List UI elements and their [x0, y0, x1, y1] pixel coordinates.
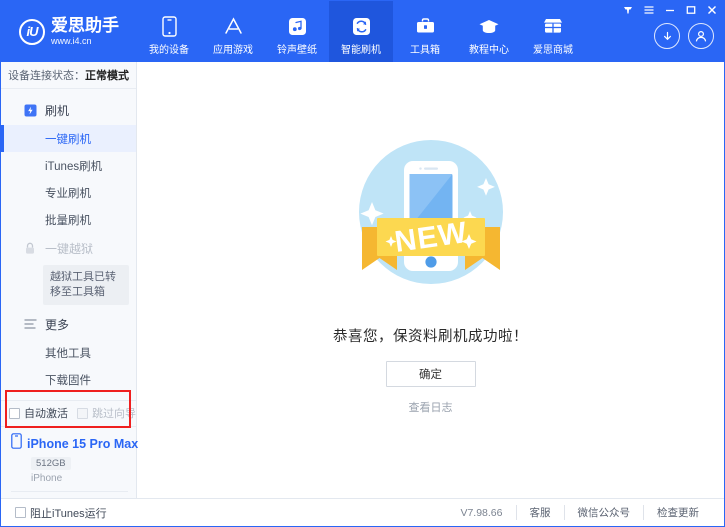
checkbox-label: 跳过向导 — [92, 408, 136, 421]
device-name: iPhone 15 Pro Max — [27, 436, 139, 451]
sidebar-group-label: 一键越狱 — [45, 241, 94, 256]
maximize-icon[interactable] — [685, 4, 697, 16]
flash-icon — [23, 103, 37, 117]
phone-icon — [11, 433, 22, 454]
lock-icon — [23, 241, 37, 255]
logo-text: 爱思助手 www.i4.cn — [51, 17, 119, 46]
new-phone-badge-illustration: NEW — [336, 124, 526, 309]
skip-wizard-checkbox[interactable]: 跳过向导 — [77, 405, 136, 421]
nav-item-my-device[interactable]: 我的设备 — [137, 1, 201, 62]
device-status-value: 正常模式 — [85, 70, 129, 82]
status-bar-right: V7.98.66 客服 微信公众号 检查更新 — [460, 505, 712, 520]
sidebar-options: 自动激活 跳过向导 — [1, 389, 136, 428]
device-capacity-badge: 512GB — [31, 457, 71, 470]
sidebar-item-download-firmware[interactable]: 下载固件 — [1, 366, 136, 393]
sidebar-item-itunes-flash[interactable]: iTunes刷机 — [1, 152, 136, 179]
sidebar-group-label: 更多 — [45, 317, 70, 332]
body-region: 设备连接状态： 正常模式 刷机 一键刷机 iTunes刷机 专业刷机 批量刷机 … — [1, 62, 724, 498]
sidebar-item-label: 专业刷机 — [45, 187, 91, 200]
device-status-label: 设备连接状态： — [8, 70, 85, 82]
checkbox-label: 阻止iTunes运行 — [30, 507, 107, 520]
connected-device-card[interactable]: iPhone 15 Pro Max 512GB iPhone — [1, 426, 138, 498]
phone-icon — [158, 15, 180, 37]
user-account-icon[interactable] — [688, 23, 714, 49]
device-connection-status: 设备连接状态： 正常模式 — [1, 62, 136, 89]
nav-label: 教程中心 — [469, 45, 509, 56]
check-update-link[interactable]: 检查更新 — [643, 505, 712, 520]
success-message: 恭喜您，保资料刷机成功啦！ — [333, 329, 528, 345]
checkbox-box — [77, 407, 88, 419]
menu-icon[interactable] — [643, 4, 655, 16]
nav-item-ringtone-wallpaper[interactable]: 铃声壁纸 — [265, 1, 329, 62]
sidebar-group-flash: 刷机 — [1, 95, 136, 125]
logo-name: 爱思助手 — [51, 16, 119, 35]
logo-url: www.i4.cn — [51, 36, 92, 46]
refresh-icon — [350, 15, 372, 37]
sidebar-item-one-click-flash[interactable]: 一键刷机 — [1, 125, 136, 152]
nav-item-toolbox[interactable]: 工具箱 — [393, 1, 457, 62]
sidebar: 设备连接状态： 正常模式 刷机 一键刷机 iTunes刷机 专业刷机 批量刷机 … — [1, 62, 138, 498]
app-logo: iU 爱思助手 www.i4.cn — [1, 1, 137, 62]
view-log-link[interactable]: 查看日志 — [409, 399, 453, 415]
music-icon — [286, 15, 308, 37]
divider — [11, 491, 128, 492]
toolbox-icon — [414, 15, 436, 37]
sidebar-item-pro-flash[interactable]: 专业刷机 — [1, 179, 136, 206]
nav-item-store[interactable]: 爱思商城 — [521, 1, 585, 62]
list-icon — [23, 317, 37, 331]
appstore-icon — [222, 15, 244, 37]
jailbreak-tooltip: 越狱工具已转移至工具箱 — [43, 265, 129, 305]
status-bar: 阻止iTunes运行 V7.98.66 客服 微信公众号 检查更新 — [1, 498, 724, 526]
nav-label: 我的设备 — [149, 45, 189, 56]
window-controls — [622, 4, 718, 16]
sidebar-item-label: 一键刷机 — [45, 133, 91, 146]
sidebar-item-batch-flash[interactable]: 批量刷机 — [1, 206, 136, 233]
auto-activate-checkbox[interactable]: 自动激活 — [9, 405, 68, 421]
confirm-button[interactable]: 确定 — [385, 361, 476, 387]
nav-label: 智能刷机 — [341, 45, 381, 56]
sidebar-item-label: 其他工具 — [45, 347, 91, 360]
sidebar-group-label: 刷机 — [45, 103, 70, 118]
minimize-icon[interactable] — [664, 4, 676, 16]
nav-label: 铃声壁纸 — [277, 45, 317, 56]
nav-label: 爱思商城 — [533, 45, 573, 56]
download-icon[interactable] — [654, 23, 680, 49]
nav-item-smart-flash[interactable]: 智能刷机 — [329, 1, 393, 62]
header-actions — [654, 23, 714, 49]
sidebar-item-advanced-features[interactable]: 高级功能 — [1, 393, 136, 400]
graduation-cap-icon — [478, 15, 500, 37]
customer-service-link[interactable]: 客服 — [515, 505, 564, 520]
device-type: iPhone — [31, 473, 63, 484]
logo-mark-icon: iU — [19, 18, 45, 45]
nav-item-apps-games[interactable]: 应用游戏 — [201, 1, 265, 62]
sidebar-item-label: 下载固件 — [45, 374, 91, 387]
main-content: NEW 恭喜您，保资料刷机成功啦！ 确定 查看日志 — [137, 62, 724, 498]
device-name-row: iPhone 15 Pro Max — [11, 433, 138, 454]
checkbox-label: 自动激活 — [24, 408, 68, 421]
skin-icon[interactable] — [622, 4, 634, 16]
main-nav: 我的设备 应用游戏 铃声壁纸 智能刷机 工具箱 教程中心 爱思商城 — [137, 1, 585, 62]
checkbox-box — [15, 507, 26, 518]
app-window: iU 爱思助手 www.i4.cn 我的设备 应用游戏 铃声壁纸 智能刷机 工具… — [0, 0, 725, 527]
nav-label: 工具箱 — [410, 45, 440, 56]
nav-item-tutorial-center[interactable]: 教程中心 — [457, 1, 521, 62]
sidebar-nav: 刷机 一键刷机 iTunes刷机 专业刷机 批量刷机 一键越狱 越狱工具已转移至… — [1, 89, 136, 400]
block-itunes-checkbox[interactable]: 阻止iTunes运行 — [15, 505, 107, 521]
store-icon — [542, 15, 564, 37]
close-icon[interactable] — [706, 4, 718, 16]
sidebar-group-jailbreak: 一键越狱 — [1, 233, 136, 263]
sidebar-item-other-tools[interactable]: 其他工具 — [1, 339, 136, 366]
sidebar-item-label: iTunes刷机 — [45, 160, 103, 173]
wechat-official-link[interactable]: 微信公众号 — [563, 505, 644, 520]
app-header: iU 爱思助手 www.i4.cn 我的设备 应用游戏 铃声壁纸 智能刷机 工具… — [1, 1, 724, 62]
nav-label: 应用游戏 — [213, 45, 253, 56]
version-label: V7.98.66 — [460, 506, 503, 519]
sidebar-item-label: 批量刷机 — [45, 214, 91, 227]
sidebar-group-more: 更多 — [1, 309, 136, 339]
checkbox-box — [9, 407, 20, 419]
